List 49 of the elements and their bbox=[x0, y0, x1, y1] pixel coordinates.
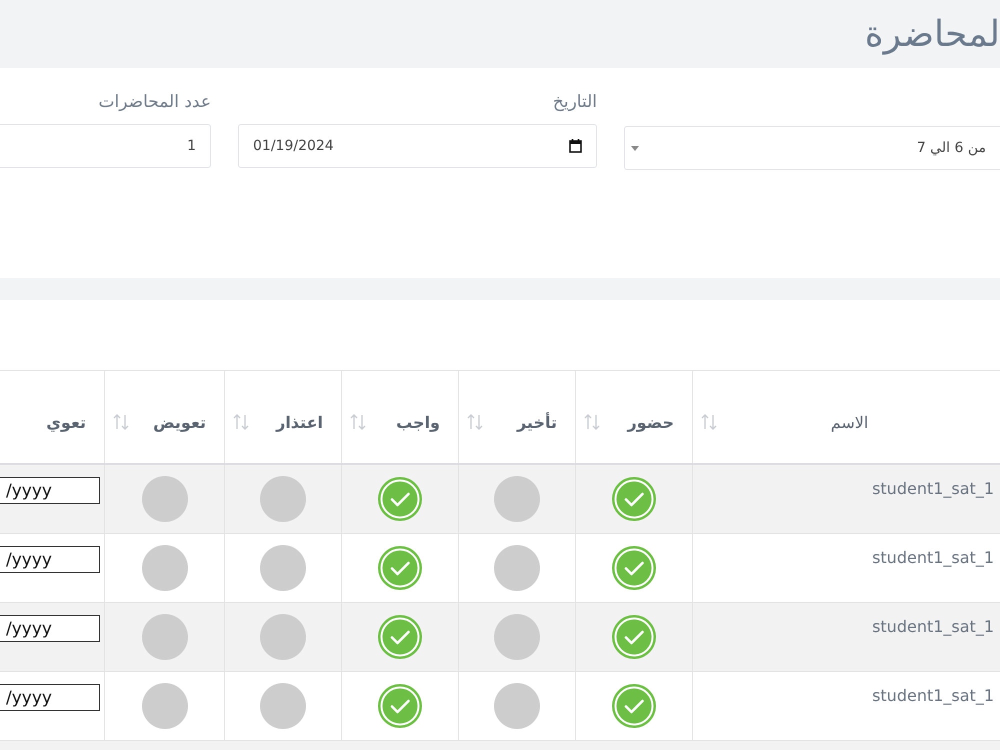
empty-circle-icon[interactable] bbox=[142, 476, 188, 522]
sort-icon[interactable] bbox=[467, 413, 483, 431]
column-header[interactable]: تأخير bbox=[458, 371, 575, 463]
empty-circle-icon[interactable] bbox=[260, 614, 306, 660]
empty-circle-icon[interactable] bbox=[142, 545, 188, 591]
empty-circle-icon[interactable] bbox=[494, 614, 540, 660]
date-input[interactable]: /yyyy bbox=[0, 615, 100, 642]
check-circle-icon[interactable] bbox=[377, 614, 423, 660]
lecture-count-field[interactable]: 1 bbox=[0, 124, 211, 168]
empty-circle-icon[interactable] bbox=[494, 683, 540, 729]
student-name: student1_sat_1 bbox=[692, 603, 1000, 671]
sort-icon[interactable] bbox=[701, 413, 717, 431]
empty-circle-icon[interactable] bbox=[494, 476, 540, 522]
sort-icon[interactable] bbox=[584, 413, 600, 431]
empty-circle-icon[interactable] bbox=[260, 683, 306, 729]
student-name: student1_sat_1 bbox=[692, 672, 1000, 740]
date-label: التاريخ bbox=[552, 91, 597, 114]
date-input[interactable]: /yyyy bbox=[0, 546, 100, 573]
check-circle-icon[interactable] bbox=[377, 683, 423, 729]
column-header[interactable]: حضور bbox=[575, 371, 692, 463]
check-circle-icon[interactable] bbox=[611, 476, 657, 522]
sort-icon[interactable] bbox=[113, 413, 129, 431]
page-title: لمحاضرة bbox=[864, 14, 1000, 54]
calendar-icon[interactable] bbox=[569, 139, 582, 153]
sort-icon[interactable] bbox=[350, 413, 366, 431]
lecture-count-label: عدد المحاضرات bbox=[98, 91, 211, 114]
empty-circle-icon[interactable] bbox=[494, 545, 540, 591]
date-input[interactable]: /yyyy bbox=[0, 684, 100, 711]
empty-circle-icon[interactable] bbox=[142, 683, 188, 729]
check-circle-icon[interactable] bbox=[377, 476, 423, 522]
column-header[interactable]: الاسم bbox=[692, 371, 1000, 463]
check-circle-icon[interactable] bbox=[611, 614, 657, 660]
date-field[interactable]: 01/19/2024 bbox=[238, 124, 597, 168]
check-circle-icon[interactable] bbox=[377, 545, 423, 591]
column-header[interactable]: تعوي bbox=[0, 371, 104, 463]
empty-circle-icon[interactable] bbox=[260, 476, 306, 522]
check-circle-icon[interactable] bbox=[611, 545, 657, 591]
caret-icon bbox=[631, 146, 639, 150]
sort-icon[interactable] bbox=[233, 413, 249, 431]
empty-circle-icon[interactable] bbox=[142, 614, 188, 660]
period-select[interactable]: من 6 الي 7 bbox=[624, 126, 1000, 170]
student-name: student1_sat_1 bbox=[692, 465, 1000, 533]
student-name: student1_sat_1 bbox=[692, 534, 1000, 602]
column-header[interactable]: واجب bbox=[341, 371, 458, 463]
column-header[interactable]: اعتذار bbox=[224, 371, 341, 463]
empty-circle-icon[interactable] bbox=[260, 545, 306, 591]
check-circle-icon[interactable] bbox=[611, 683, 657, 729]
date-input[interactable]: /yyyy bbox=[0, 477, 100, 504]
column-header[interactable]: تعويض bbox=[104, 371, 224, 463]
